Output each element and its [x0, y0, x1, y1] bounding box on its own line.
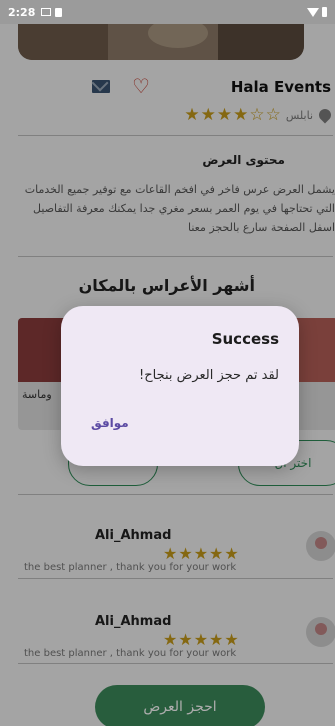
dialog-message: لقد تم حجز العرض بنجاح!	[139, 368, 279, 383]
status-bar: 2:28	[0, 0, 335, 24]
wifi-icon	[307, 7, 319, 17]
gmail-icon	[41, 8, 52, 16]
status-time: 2:28	[8, 5, 36, 19]
dialog-title: Success	[211, 330, 279, 348]
battery-icon	[322, 7, 327, 17]
sd-card-icon	[55, 7, 63, 17]
dialog-ok-button[interactable]: موافق	[91, 416, 129, 430]
success-dialog: Success لقد تم حجز العرض بنجاح! موافق	[61, 306, 299, 466]
